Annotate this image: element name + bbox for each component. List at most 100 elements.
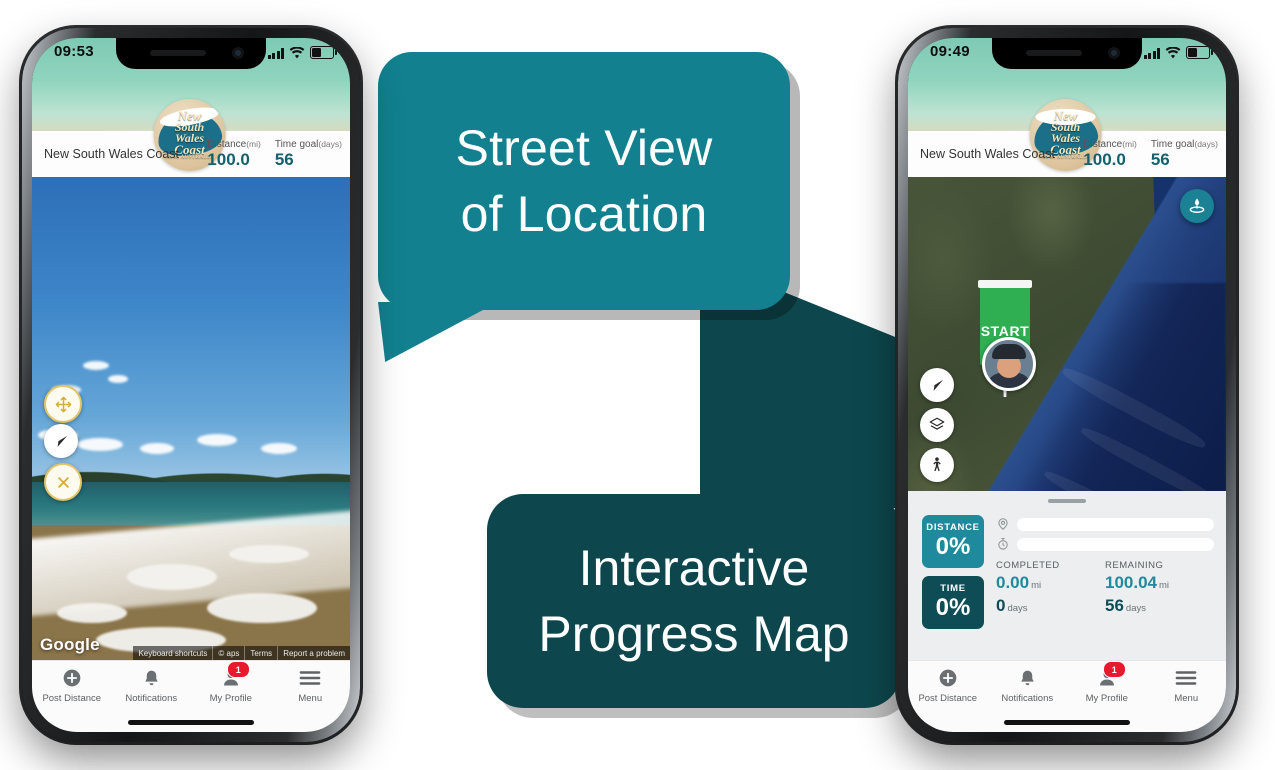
start-marker[interactable]: START [978,280,1036,397]
battery-icon [1186,46,1213,59]
nav-label: Menu [1174,693,1199,704]
nav-label: Notifications [125,693,178,704]
status-icons [267,46,337,59]
remaining-distance: 100.04 mi [1105,573,1214,593]
callout-street-view-line1: Street View [455,120,713,176]
status-time: 09:49 [930,43,970,60]
attribution-terms[interactable]: Terms [244,646,277,661]
completed-distance-unit: mi [1031,580,1042,591]
callout-progress-map-line2: Progress Map [538,606,850,662]
sheet-grab-handle[interactable] [1048,499,1086,503]
attribution-keyboard-shortcuts[interactable]: Keyboard shortcuts [133,646,212,661]
stat-distance-label: Distance [1083,139,1123,151]
distance-tile-value: 0% [935,533,971,560]
drop-pin-icon [1189,198,1205,213]
distance-progress-bar [1017,517,1214,531]
callout-progress-map-line1: Interactive [578,540,810,596]
nav-item-my-profile[interactable]: 1 My Profile [191,661,271,715]
progress-sheet[interactable]: DISTANCE 0% TIME 0% COMPLETED 0.00 mi 0 … [908,491,1226,661]
nav-item-menu[interactable]: Menu [1147,661,1227,715]
move-arrows-icon [55,396,71,412]
nav-item-notifications[interactable]: Notifications [988,661,1068,715]
street-view-panorama[interactable]: Google Keyboard shortcuts © aps Terms Re… [32,177,350,661]
map-layers-button[interactable] [920,408,954,442]
stopwatch-icon [998,537,1008,550]
callout-street-view-tail [378,302,498,362]
challenge-title: New South Wales Coast [920,147,1056,161]
stat-time-goal: Time goal(days) 56 [1151,139,1218,169]
home-indicator[interactable] [1004,720,1130,725]
battery-icon [310,46,337,59]
completed-distance: 0.00 mi [996,573,1105,593]
phone-screen: Google Keyboard shortcuts © aps Terms Re… [32,38,350,732]
bottom-navigation: Post Distance Notifications 1 My Profile… [32,660,350,732]
pan-move-button[interactable] [44,385,82,423]
stat-distance-value: 100.0 [207,150,250,170]
bottom-navigation: Post Distance Notifications 1 My Profile… [908,660,1226,732]
distance-percent-tile: DISTANCE 0% [922,515,984,569]
callout-progress-map: Interactive Progress Map [487,494,901,708]
stat-time-goal-unit: (days) [318,139,342,150]
nav-label: Post Distance [42,693,102,704]
stat-time-goal-label: Time goal [274,139,319,151]
nav-item-notifications[interactable]: Notifications [112,661,192,715]
nav-item-post-distance[interactable]: Post Distance [908,661,988,715]
navigation-arrow-icon [57,435,67,447]
stat-time-goal-label: Time goal [1150,139,1195,151]
completed-distance-value: 0.00 [996,573,1030,592]
drop-pin-button[interactable] [1180,189,1214,223]
my-location-button[interactable] [920,368,954,402]
layers-icon [929,417,945,430]
remaining-days-unit: days [1125,603,1146,614]
home-indicator[interactable] [128,720,254,725]
street-view-pegman-button[interactable] [920,448,954,482]
attribution-copyright: © aps [212,646,244,661]
cellular-bars-icon [1143,48,1160,59]
person-icon: 1 [221,661,250,689]
stat-time-goal-value: 56 [274,150,294,170]
plus-circle-icon [62,667,82,689]
status-time: 09:53 [54,43,94,60]
distance-progress-row [996,517,1214,531]
nav-item-my-profile[interactable]: 1 My Profile [1067,661,1147,715]
person-icon: 1 [1097,661,1126,689]
earpiece-speaker [150,50,206,56]
progress-summary: COMPLETED 0.00 mi 0 days REMAINING 100.04 m… [996,560,1214,616]
stat-distance-value: 100.0 [1083,150,1126,170]
close-streetview-button[interactable] [44,463,82,501]
nav-item-post-distance[interactable]: Post Distance [32,661,112,715]
hamburger-menu-icon [299,667,321,689]
phone-right-progress-map: START DISTANCE 0% TIME 0% COMPLETED 0.00… [898,28,1236,742]
avatar[interactable] [982,337,1036,391]
callout-street-view: Street View of Location [378,52,790,362]
device-notch [116,38,266,69]
phone-screen: START DISTANCE 0% TIME 0% COMPLETED 0.00… [908,38,1226,732]
distance-tile-label: DISTANCE [926,522,980,533]
device-notch [992,38,1142,69]
completed-days: 0 days [996,596,1105,616]
remaining-heading: REMAINING [1105,560,1164,571]
plus-circle-icon [938,667,958,689]
notification-badge: 1 [226,661,250,678]
surf-foam [206,593,317,624]
status-icons [1143,46,1213,59]
front-camera [1108,47,1120,59]
remaining-distance-value: 100.04 [1105,573,1157,592]
streetview-attribution: Keyboard shortcuts © aps Terms Report a … [133,646,350,661]
remaining-column: REMAINING 100.04 mi 56 days [1105,560,1214,616]
wifi-icon [289,47,305,59]
remaining-days-value: 56 [1105,596,1124,615]
cloud [82,360,109,370]
attribution-report-problem[interactable]: Report a problem [277,646,350,661]
stat-distance-unit: (mi) [246,139,261,150]
nav-item-menu[interactable]: Menu [271,661,351,715]
phone-left-street-view: Google Keyboard shortcuts © aps Terms Re… [22,28,360,742]
navigation-arrow-icon [933,379,943,391]
completed-days-unit: days [1007,603,1028,614]
front-camera [232,47,244,59]
nav-label: My Profile [209,693,252,704]
completed-heading: COMPLETED [996,560,1060,571]
navigate-button[interactable] [44,424,78,458]
stat-time-goal: Time goal(days) 56 [275,139,342,169]
header-stats: Distance(mi) 100.0 Time goal(days) 56 [207,139,342,169]
